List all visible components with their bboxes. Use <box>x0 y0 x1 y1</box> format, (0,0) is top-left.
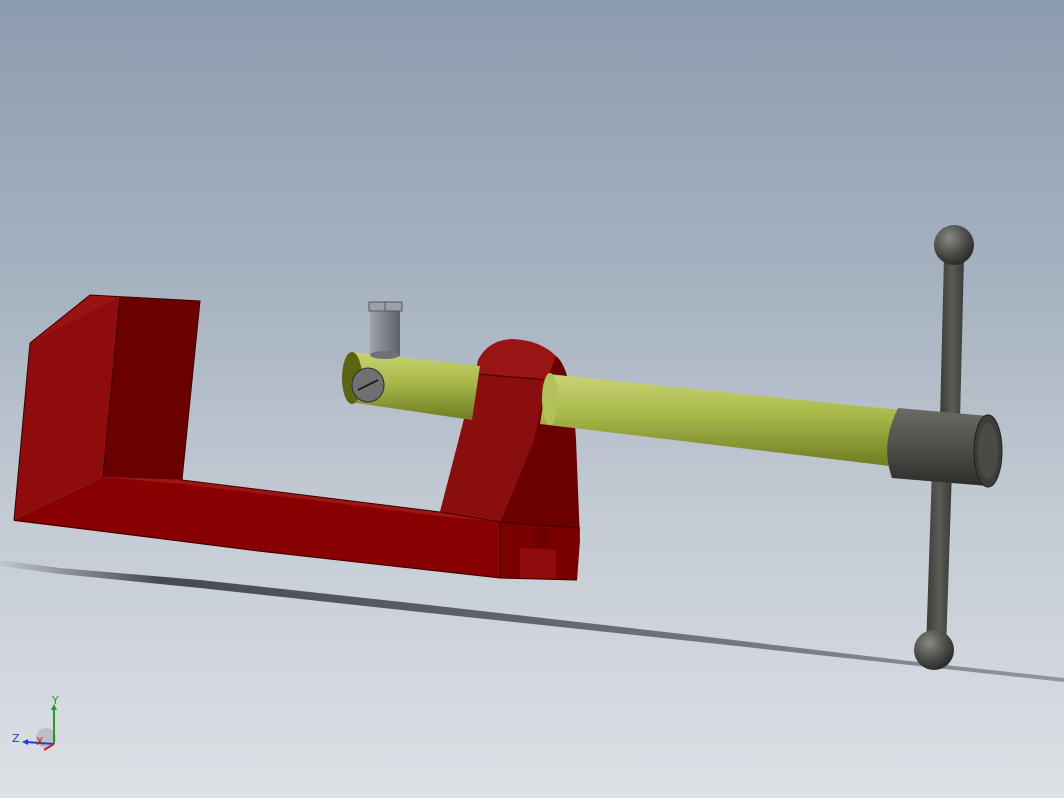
triad-z-label: Z <box>12 732 20 745</box>
t-handle[interactable] <box>887 225 1003 670</box>
handle-collar-inner <box>978 423 998 479</box>
handle-bottom-ball <box>914 630 954 670</box>
handle-bar-lower <box>926 470 952 650</box>
locking-pin[interactable] <box>368 301 403 359</box>
orientation-triad[interactable]: Y Z X <box>8 696 68 756</box>
clamp-3d-model[interactable] <box>0 0 1064 798</box>
screw-rod-right <box>540 374 900 466</box>
pin-bottom <box>370 351 400 359</box>
lead-screw[interactable] <box>342 352 900 466</box>
frame-foot-notch <box>520 548 556 578</box>
handle-bar-upper <box>940 256 964 420</box>
triad-z-arrow-icon <box>22 739 28 745</box>
triad-y-label: Y <box>51 696 59 707</box>
pin-body <box>370 310 400 356</box>
clamp-frame[interactable] <box>13 294 581 581</box>
screw-rod-collar-seam <box>542 373 558 425</box>
handle-top-ball <box>934 225 974 265</box>
cad-viewport[interactable]: Y Z X <box>0 0 1064 798</box>
triad-x-label: X <box>36 735 44 748</box>
frame-foot-slot <box>534 526 548 548</box>
